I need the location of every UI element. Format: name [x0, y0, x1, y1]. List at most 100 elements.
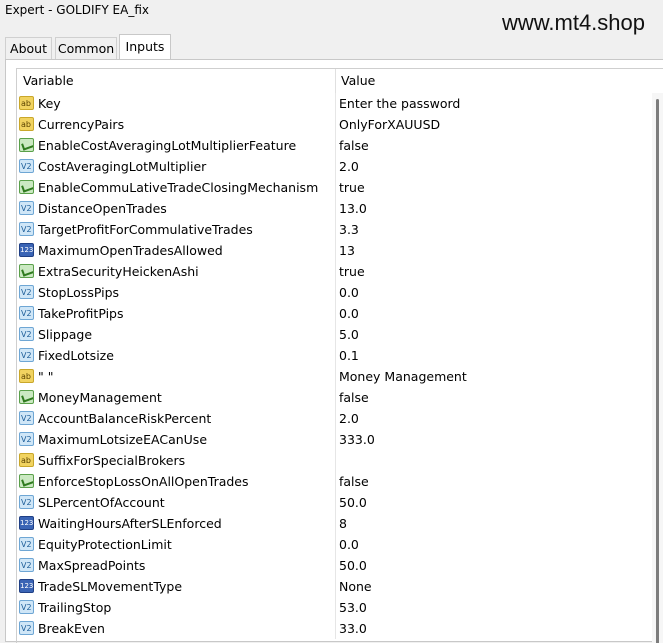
- double-type-icon: [19, 621, 34, 635]
- cell-divider: [335, 366, 336, 387]
- variable-value[interactable]: 50.0: [339, 492, 367, 513]
- vertical-scrollbar[interactable]: [652, 93, 663, 643]
- double-type-icon: [19, 558, 34, 572]
- table-row[interactable]: TakeProfitPips 0.0: [17, 303, 653, 324]
- variable-name: CostAveragingLotMultiplier: [38, 159, 207, 174]
- variable-name: DistanceOpenTrades: [38, 201, 167, 216]
- variable-name: EnableCostAveragingLotMultiplierFeature: [38, 138, 297, 153]
- variable-name: MaximumOpenTradesAllowed: [38, 243, 223, 258]
- variable-value[interactable]: 53.0: [339, 597, 367, 618]
- table-row[interactable]: DistanceOpenTrades 13.0: [17, 198, 653, 219]
- table-row[interactable]: StopLossPips 0.0: [17, 282, 653, 303]
- variable-value[interactable]: 3.3: [339, 219, 359, 240]
- variable-value[interactable]: true: [339, 261, 365, 282]
- bool-type-icon: [19, 474, 34, 488]
- double-type-icon: [19, 537, 34, 551]
- variable-value[interactable]: true: [339, 177, 365, 198]
- variable-name: " ": [38, 369, 54, 384]
- bool-type-icon: [19, 390, 34, 404]
- double-type-icon: [19, 159, 34, 173]
- cell-divider: [335, 93, 336, 114]
- variable-value[interactable]: false: [339, 471, 369, 492]
- variable-name: Slippage: [38, 327, 93, 342]
- variable-name: AccountBalanceRiskPercent: [38, 411, 212, 426]
- variable-value[interactable]: 13: [339, 240, 355, 261]
- variable-value[interactable]: 13.0: [339, 198, 367, 219]
- variable-name: StopLossPips: [38, 285, 120, 300]
- table-row[interactable]: EquityProtectionLimit 0.0: [17, 534, 653, 555]
- variable-name: SLPercentOfAccount: [38, 495, 165, 510]
- table-row[interactable]: SLPercentOfAccount 50.0: [17, 492, 653, 513]
- table-row[interactable]: MaxSpreadPoints 50.0: [17, 555, 653, 576]
- cell-divider: [335, 576, 336, 597]
- table-row[interactable]: SuffixForSpecialBrokers: [17, 450, 653, 471]
- variable-value[interactable]: 50.0: [339, 555, 367, 576]
- table-row[interactable]: MaximumOpenTradesAllowed 13: [17, 240, 653, 261]
- table-row[interactable]: Key Enter the password: [17, 93, 653, 114]
- tab-inputs[interactable]: Inputs: [119, 34, 171, 60]
- cell-divider: [335, 324, 336, 345]
- variable-value[interactable]: false: [339, 135, 369, 156]
- variable-name: ExtraSecurityHeickenAshi: [38, 264, 199, 279]
- table-row[interactable]: WaitingHoursAfterSLEnforced 8: [17, 513, 653, 534]
- table-row[interactable]: FixedLotsize 0.1: [17, 345, 653, 366]
- cell-divider: [335, 135, 336, 156]
- cell-divider: [335, 198, 336, 219]
- table-row[interactable]: " " Money Management: [17, 366, 653, 387]
- bool-type-icon: [19, 264, 34, 278]
- table-row[interactable]: TradeSLMovementType None: [17, 576, 653, 597]
- string-type-icon: [19, 96, 34, 110]
- table-row[interactable]: EnableCostAveragingLotMultiplierFeature f…: [17, 135, 653, 156]
- variable-value[interactable]: false: [339, 387, 369, 408]
- cell-divider: [335, 282, 336, 303]
- table-row[interactable]: EnableCommuLativeTradeClosingMechanism tr…: [17, 177, 653, 198]
- variable-value[interactable]: Money Management: [339, 366, 467, 387]
- table-row[interactable]: EnforceStopLossOnAllOpenTrades false: [17, 471, 653, 492]
- variable-value[interactable]: 8: [339, 513, 347, 534]
- cell-divider: [335, 219, 336, 240]
- variable-value[interactable]: 0.0: [339, 534, 359, 555]
- table-row[interactable]: CostAveragingLotMultiplier 2.0: [17, 156, 653, 177]
- variable-value[interactable]: 5.0: [339, 324, 359, 345]
- cell-divider: [335, 618, 336, 639]
- double-type-icon: [19, 306, 34, 320]
- cell-divider: [335, 471, 336, 492]
- string-type-icon: [19, 453, 34, 467]
- column-separator[interactable]: [335, 69, 336, 93]
- variable-value[interactable]: 2.0: [339, 408, 359, 429]
- cell-divider: [335, 534, 336, 555]
- table-row[interactable]: MoneyManagement false: [17, 387, 653, 408]
- string-type-icon: [19, 117, 34, 131]
- scrollbar-thumb[interactable]: [656, 99, 659, 643]
- string-type-icon: [19, 369, 34, 383]
- variable-value[interactable]: 0.0: [339, 303, 359, 324]
- variable-value[interactable]: OnlyForXAUUSD: [339, 114, 440, 135]
- variable-value[interactable]: 0.0: [339, 282, 359, 303]
- table-row[interactable]: CurrencyPairs OnlyForXAUUSD: [17, 114, 653, 135]
- table-row[interactable]: AccountBalanceRiskPercent 2.0: [17, 408, 653, 429]
- variable-value[interactable]: 33.0: [339, 618, 367, 639]
- cell-divider: [335, 240, 336, 261]
- cell-divider: [335, 261, 336, 282]
- tab-about[interactable]: About: [5, 37, 52, 59]
- column-header-value[interactable]: Value: [341, 69, 375, 93]
- table-row[interactable]: TrailingStop 53.0: [17, 597, 653, 618]
- table-row[interactable]: MaximumLotsizeEACanUse 333.0: [17, 429, 653, 450]
- table-row[interactable]: BreakEven 33.0: [17, 618, 653, 639]
- inputs-panel: Variable Value KeyEnter the passwordCurr…: [5, 59, 663, 643]
- variable-value[interactable]: Enter the password: [339, 93, 460, 114]
- bool-type-icon: [19, 138, 34, 152]
- table-row[interactable]: Slippage 5.0: [17, 324, 653, 345]
- tab-common[interactable]: Common: [55, 37, 117, 59]
- variable-value[interactable]: None: [339, 576, 372, 597]
- integer-type-icon: [19, 516, 34, 530]
- variable-value[interactable]: 0.1: [339, 345, 359, 366]
- variable-value[interactable]: 333.0: [339, 429, 375, 450]
- table-row[interactable]: TargetProfitForCommulativeTrades 3.3: [17, 219, 653, 240]
- column-header-variable[interactable]: Variable: [23, 69, 74, 93]
- variable-name: TradeSLMovementType: [38, 579, 183, 594]
- double-type-icon: [19, 285, 34, 299]
- table-row[interactable]: ExtraSecurityHeickenAshi true: [17, 261, 653, 282]
- variable-name: TargetProfitForCommulativeTrades: [38, 222, 253, 237]
- variable-value[interactable]: 2.0: [339, 156, 359, 177]
